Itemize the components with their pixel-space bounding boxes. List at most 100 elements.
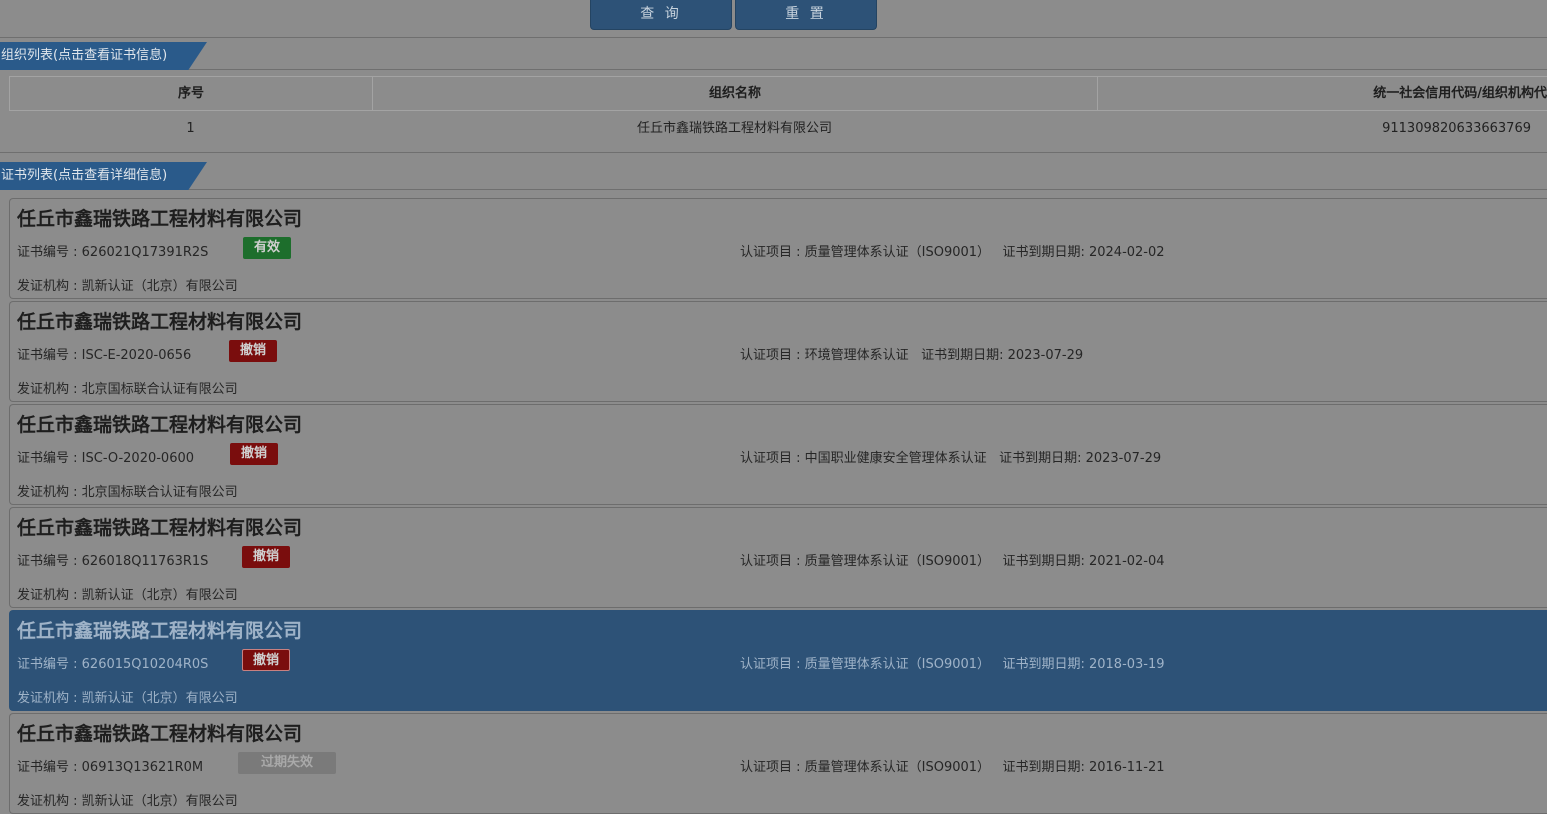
project-value: 中国职业健康安全管理体系认证 [804,451,987,466]
issuer-value: 北京国标联合认证有限公司 [81,382,238,397]
issuer-label: 发证机构 : [17,588,82,603]
status-badge: 过期失效 [238,752,336,774]
certificate-number-value: 626018Q11763R1S [81,554,209,569]
project-label: 认证项目 : [740,554,805,569]
certificate-project: 认证项目 : 质量管理体系认证（ISO9001） 证书到期日期: 2018-03… [740,653,1165,672]
certificate-project: 认证项目 : 环境管理体系认证 证书到期日期: 2023-07-29 [740,344,1083,363]
expiry-value: 2024-02-02 [1088,245,1165,260]
certificate-issuer: 发证机构 : 凯新认证（北京）有限公司 [17,687,238,706]
project-value: 质量管理体系认证（ISO9001） [804,760,991,775]
certificate-org-name: 任丘市鑫瑞铁路工程材料有限公司 [17,414,303,436]
expiry-label: 证书到期日期: [1002,760,1089,775]
certificate-number: 证书编号 : ISC-E-2020-0656 [17,344,191,363]
project-value: 质量管理体系认证（ISO9001） [804,554,991,569]
status-badge: 撤销 [230,443,278,465]
cert-section-title: 证书列表(点击查看详细信息) [1,168,168,183]
certificate-number-label: 证书编号 : [17,348,82,363]
certificate-project: 认证项目 : 质量管理体系认证（ISO9001） 证书到期日期: 2016-11… [740,756,1165,775]
certificate-number: 证书编号 : 626018Q11763R1S [17,550,208,569]
certificate-number-value: 626015Q10204R0S [81,657,209,672]
certificate-card[interactable]: 任丘市鑫瑞铁路工程材料有限公司 证书编号 : ISC-O-2020-0600 撤销认… [9,404,1547,505]
certificate-card[interactable]: 任丘市鑫瑞铁路工程材料有限公司 证书编号 : 06913Q13621R0M 过期失效… [9,713,1547,814]
issuer-value: 凯新认证（北京）有限公司 [81,691,238,706]
expiry-label: 证书到期日期: [921,348,1008,363]
expiry-label: 证书到期日期: [1002,554,1089,569]
project-label: 认证项目 : [740,657,805,672]
certificate-issuer: 发证机构 : 凯新认证（北京）有限公司 [17,790,238,809]
certificate-number-label: 证书编号 : [17,760,82,775]
certificate-issuer: 发证机构 : 北京国标联合认证有限公司 [17,378,238,397]
certificate-number-label: 证书编号 : [17,554,82,569]
expiry-value: 2023-07-29 [1007,348,1084,363]
certificate-number-value: 626021Q17391R2S [81,245,209,260]
issuer-value: 凯新认证（北京）有限公司 [81,588,238,603]
expiry-value: 2023-07-29 [1085,451,1162,466]
certificate-number-label: 证书编号 : [17,657,82,672]
expiry-label: 证书到期日期: [1002,245,1089,260]
reset-button[interactable]: 重 置 [735,0,877,30]
org-row-credit-code: 911309820633663769 [1382,121,1531,136]
issuer-value: 凯新认证（北京）有限公司 [81,279,238,294]
org-row-index: 1 [186,121,195,136]
query-button[interactable]: 查 询 [590,0,732,30]
status-badge: 有效 [243,237,291,259]
certificate-number-value: ISC-O-2020-0600 [81,451,195,466]
certificate-org-name: 任丘市鑫瑞铁路工程材料有限公司 [17,620,303,642]
certificate-card[interactable]: 任丘市鑫瑞铁路工程材料有限公司 证书编号 : 626015Q10204R0S 撤销认… [9,610,1547,711]
project-label: 认证项目 : [740,760,805,775]
status-badge: 撤销 [229,340,277,362]
col-header-org-name: 组织名称 [372,77,1097,110]
project-label: 认证项目 : [740,245,805,260]
status-badge: 撤销 [242,649,290,671]
certificate-issuer: 发证机构 : 凯新认证（北京）有限公司 [17,584,238,603]
certificate-number: 证书编号 : 626015Q10204R0S [17,653,208,672]
cert-section-header: 证书列表(点击查看详细信息) [0,162,1547,190]
project-value: 质量管理体系认证（ISO9001） [804,245,991,260]
toolbar-divider [0,37,1547,38]
certificate-org-name: 任丘市鑫瑞铁路工程材料有限公司 [17,208,303,230]
certificate-number-value: 06913Q13621R0M [81,760,204,775]
certificate-number-value: ISC-E-2020-0656 [81,348,192,363]
expiry-value: 2016-11-21 [1088,760,1165,775]
issuer-value: 北京国标联合认证有限公司 [81,485,238,500]
project-label: 认证项目 : [740,348,805,363]
org-table-bottom-divider [0,152,1547,153]
certificate-org-name: 任丘市鑫瑞铁路工程材料有限公司 [17,723,303,745]
issuer-label: 发证机构 : [17,382,82,397]
certificate-project: 认证项目 : 质量管理体系认证（ISO9001） 证书到期日期: 2021-02… [740,550,1165,569]
status-badge: 撤销 [242,546,290,568]
col-header-index: 序号 [9,77,372,110]
expiry-value: 2018-03-19 [1088,657,1165,672]
certificate-project: 认证项目 : 质量管理体系认证（ISO9001） 证书到期日期: 2024-02… [740,241,1165,260]
expiry-value: 2021-02-04 [1088,554,1165,569]
col-header-credit-code: 统一社会信用代码/组织机构代 [1097,77,1547,110]
certificate-card[interactable]: 任丘市鑫瑞铁路工程材料有限公司 证书编号 : 626018Q11763R1S 撤销认… [9,507,1547,608]
org-table-header-row: 序号 组织名称 统一社会信用代码/组织机构代 [9,76,1547,111]
certificate-number-label: 证书编号 : [17,451,82,466]
org-table: 序号 组织名称 统一社会信用代码/组织机构代 1 任丘市鑫瑞铁路工程材料有限公司… [9,76,1547,152]
certificate-card[interactable]: 任丘市鑫瑞铁路工程材料有限公司 证书编号 : ISC-E-2020-0656 撤销认… [9,301,1547,402]
org-row-name[interactable]: 任丘市鑫瑞铁路工程材料有限公司 [372,111,1097,146]
certificate-org-name: 任丘市鑫瑞铁路工程材料有限公司 [17,517,303,539]
org-section-title: 组织列表(点击查看证书信息) [1,48,168,63]
certificate-issuer: 发证机构 : 北京国标联合认证有限公司 [17,481,238,500]
project-label: 认证项目 : [740,451,805,466]
org-section-header: 组织列表(点击查看证书信息) [0,42,1547,70]
project-value: 环境管理体系认证 [804,348,909,363]
project-value: 质量管理体系认证（ISO9001） [804,657,991,672]
issuer-label: 发证机构 : [17,691,82,706]
certificate-number: 证书编号 : ISC-O-2020-0600 [17,447,194,466]
certificate-card[interactable]: 任丘市鑫瑞铁路工程材料有限公司 证书编号 : 626021Q17391R2S 有效认… [9,198,1547,299]
issuer-label: 发证机构 : [17,794,82,809]
certificate-number: 证书编号 : 06913Q13621R0M [17,756,203,775]
certificate-number-label: 证书编号 : [17,245,82,260]
certificate-org-name: 任丘市鑫瑞铁路工程材料有限公司 [17,311,303,333]
certificate-number: 证书编号 : 626021Q17391R2S [17,241,208,260]
certificate-issuer: 发证机构 : 凯新认证（北京）有限公司 [17,275,238,294]
issuer-label: 发证机构 : [17,485,82,500]
issuer-label: 发证机构 : [17,279,82,294]
issuer-value: 凯新认证（北京）有限公司 [81,794,238,809]
certificate-project: 认证项目 : 中国职业健康安全管理体系认证 证书到期日期: 2023-07-29 [740,447,1161,466]
expiry-label: 证书到期日期: [999,451,1086,466]
expiry-label: 证书到期日期: [1002,657,1089,672]
